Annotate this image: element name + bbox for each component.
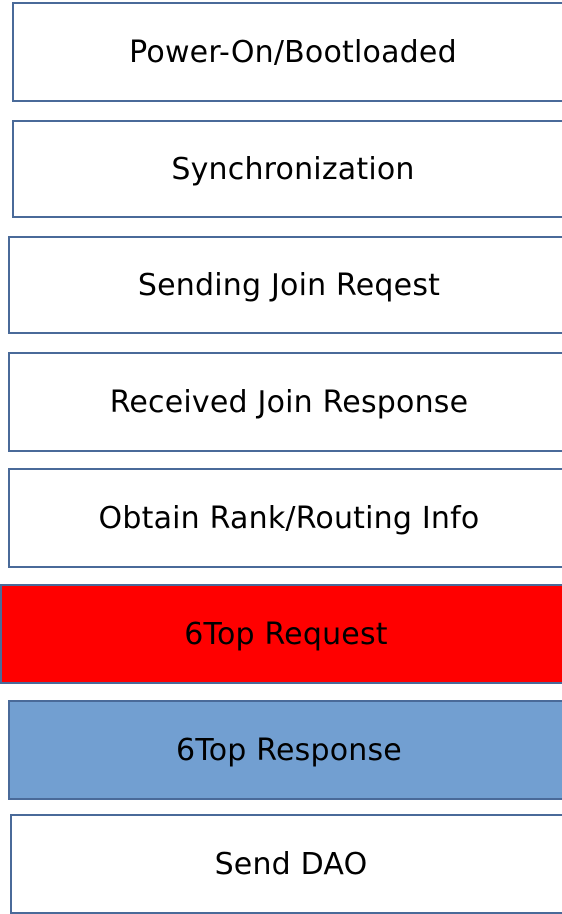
step-synchronization: Synchronization: [12, 120, 562, 218]
step-label: Power-On/Bootloaded: [129, 34, 457, 70]
state-diagram: Power-On/Bootloaded Synchronization Send…: [0, 0, 562, 914]
step-label: 6Top Request: [184, 616, 388, 652]
step-label: Sending Join Reqest: [137, 267, 441, 303]
step-received-join-response: Received Join Response: [8, 352, 562, 452]
step-label: Synchronization: [171, 151, 415, 187]
step-label: Obtain Rank/Routing Info: [98, 500, 480, 536]
step-label: Send DAO: [214, 846, 368, 882]
step-label: 6Top Response: [176, 732, 402, 768]
step-label: Received Join Response: [109, 384, 469, 420]
step-send-dao: Send DAO: [10, 814, 562, 914]
step-6top-response: 6Top Response: [8, 700, 562, 800]
step-sending-join-request: Sending Join Reqest: [8, 236, 562, 334]
step-6top-request: 6Top Request: [0, 584, 562, 684]
step-power-on-bootloaded: Power-On/Bootloaded: [12, 2, 562, 102]
step-obtain-rank-routing-info: Obtain Rank/Routing Info: [8, 468, 562, 568]
